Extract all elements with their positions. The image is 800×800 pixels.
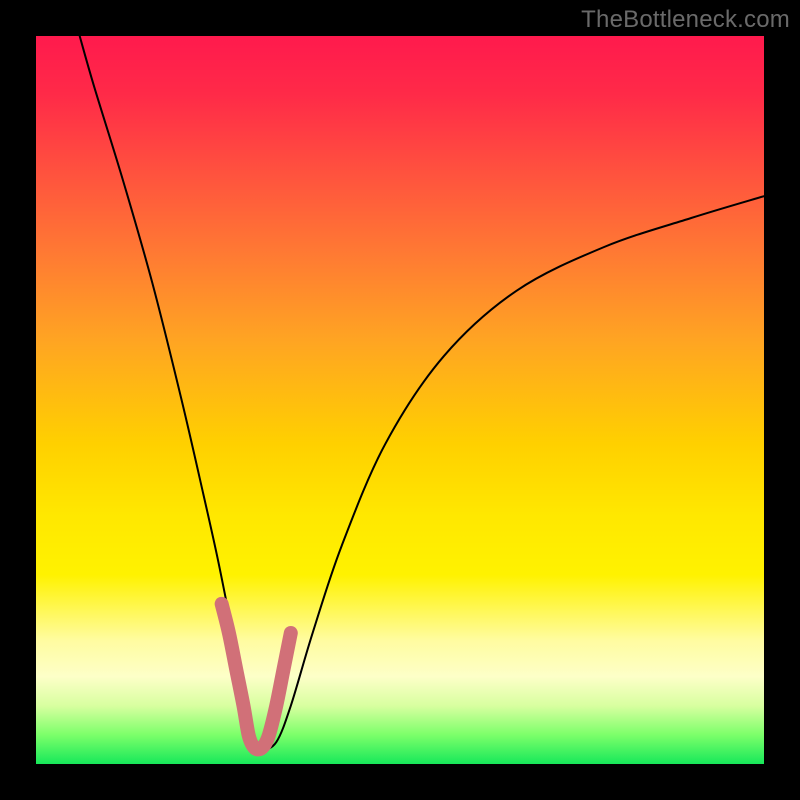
chart-svg <box>36 36 764 764</box>
watermark-text: TheBottleneck.com <box>581 6 790 34</box>
plot-area <box>36 36 764 764</box>
bottom-u-highlight <box>222 604 291 750</box>
chart-frame: TheBottleneck.com <box>0 0 800 800</box>
bottleneck-curve <box>80 36 764 749</box>
